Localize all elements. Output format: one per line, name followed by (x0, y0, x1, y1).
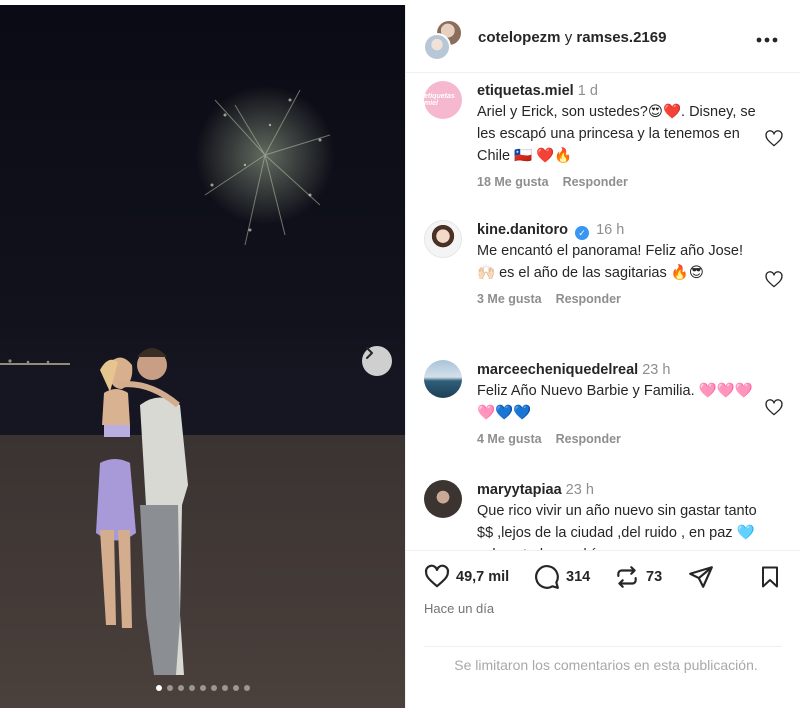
send-icon (689, 566, 713, 588)
comments-list[interactable]: etiquetas miel etiquetas.miel 1 d Ariel … (406, 75, 800, 550)
comment-username[interactable]: marceecheniquedelreal (477, 362, 638, 378)
carousel-dot[interactable] (221, 685, 228, 691)
comment-time[interactable]: 1 d (578, 83, 598, 99)
night-beach-photo (0, 85, 405, 708)
comments-count: 314 (566, 569, 591, 585)
carousel-dot[interactable] (210, 685, 217, 691)
share-button[interactable] (688, 562, 714, 592)
post-photo[interactable] (0, 5, 405, 708)
comment-avatar[interactable]: etiquetas miel (424, 81, 462, 119)
like-button[interactable]: 49,7 mil (424, 562, 509, 592)
carousel-dot[interactable] (155, 685, 162, 691)
carousel-dot[interactable] (166, 685, 173, 691)
fireworks (195, 85, 335, 246)
repost-icon (617, 566, 637, 588)
comment-likes[interactable]: 4 Me gusta (477, 432, 542, 446)
comment-time[interactable]: 16 h (596, 222, 624, 238)
comment-username[interactable]: etiquetas.miel (477, 83, 574, 99)
avatar-logo-text: etiquetas miel (424, 93, 455, 107)
avatar[interactable] (423, 33, 451, 61)
comment-avatar[interactable] (424, 480, 462, 518)
divider (424, 646, 782, 647)
reply-button[interactable]: Responder (556, 292, 621, 306)
post-actions: 49,7 mil 314 73 (424, 562, 784, 592)
instagram-post: cotelopezm y ramses.2169 etiquetas miel … (0, 0, 800, 712)
comment-button[interactable]: 314 (534, 562, 590, 592)
carousel-dot[interactable] (177, 685, 184, 691)
reply-button[interactable]: Responder (556, 432, 621, 446)
comments-limited-notice: Se limitaron los comentarios en esta pub… (454, 657, 758, 673)
comment-likes[interactable]: 18 Me gusta (477, 175, 549, 189)
next-slide-button[interactable] (362, 346, 392, 376)
author-username-2[interactable]: ramses.2169 (576, 29, 666, 46)
heart-icon[interactable] (764, 129, 784, 149)
comment-username[interactable]: maryytapiaa (477, 482, 562, 498)
post-authors: cotelopezm y ramses.2169 (478, 29, 666, 46)
carousel-dot[interactable] (199, 685, 206, 691)
carousel-dot[interactable] (188, 685, 195, 691)
comment-bubble-icon (535, 565, 559, 589)
likes-count[interactable]: 49,7 mil (456, 569, 509, 585)
comment-avatar[interactable] (424, 220, 462, 258)
more-options-button[interactable] (756, 27, 778, 48)
save-button[interactable] (758, 562, 782, 592)
comment-time[interactable]: 23 h (642, 362, 670, 378)
comment-avatar[interactable] (424, 360, 462, 398)
post-time[interactable]: Hace un día (424, 601, 494, 616)
repost-button[interactable]: 73 (614, 562, 662, 592)
comment-text: Me encantó el panorama! Feliz año Jose! … (477, 243, 743, 281)
comment-text: Feliz Año Nuevo Barbie y Familia. 🩷🩷🩷🩷💙💙 (477, 383, 753, 421)
author-avatars[interactable] (423, 19, 467, 63)
more-horizontal-icon (756, 37, 778, 43)
author-username-1[interactable]: cotelopezm (478, 29, 561, 46)
carousel-dot[interactable] (243, 685, 250, 691)
carousel-dot[interactable] (232, 685, 239, 691)
comment-time[interactable]: 23 h (566, 482, 594, 498)
post-header: cotelopezm y ramses.2169 (406, 5, 800, 73)
post-details-pane: cotelopezm y ramses.2169 etiquetas miel … (405, 5, 800, 708)
reposts-count: 73 (646, 569, 663, 585)
divider (406, 550, 800, 551)
comment-username[interactable]: kine.danitoro (477, 222, 568, 238)
authors-joiner: y (564, 29, 573, 46)
verified-badge-icon: ✓ (575, 226, 590, 240)
bookmark-icon (762, 566, 778, 588)
reply-button[interactable]: Responder (563, 175, 628, 189)
comment-text: Ariel y Erick, son ustedes?😍❤️. Disney, … (477, 104, 756, 164)
chevron-right-icon (366, 347, 373, 359)
heart-icon (424, 564, 450, 588)
comment-likes[interactable]: 3 Me gusta (477, 292, 542, 306)
heart-icon[interactable] (764, 270, 784, 290)
carousel-dots (0, 685, 405, 691)
heart-icon[interactable] (764, 398, 784, 418)
comment-text: Que rico vivir un año nuevo sin gastar t… (477, 503, 757, 550)
